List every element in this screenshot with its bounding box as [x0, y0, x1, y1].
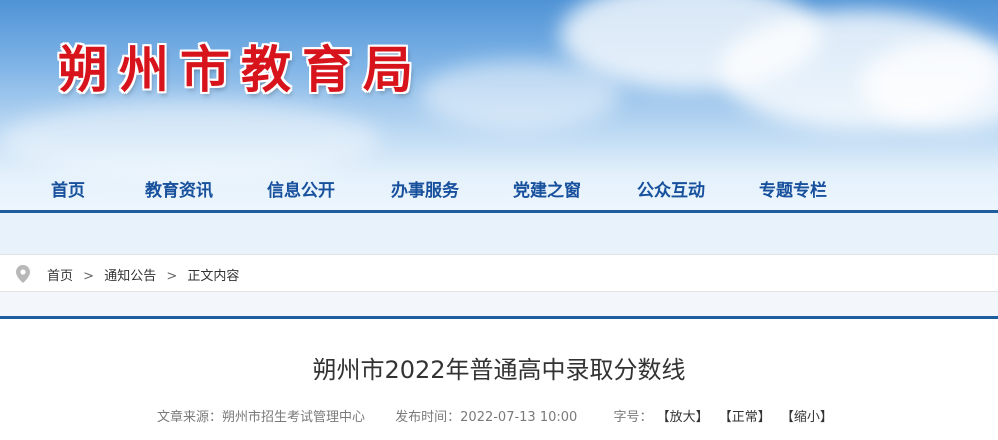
breadcrumb-separator: > — [166, 269, 178, 284]
font-normal-button[interactable]: 【正常】 — [719, 406, 771, 425]
nav-item-info-disclosure[interactable]: 信息公开 — [267, 176, 335, 201]
article-publish-time: 发布时间：2022-07-13 10:00 — [395, 410, 578, 425]
main-nav: 首页 教育资讯 信息公开 办事服务 党建之窗 公众互动 专题专栏 — [0, 168, 998, 208]
breadcrumb: 首页 > 通知公告 > 正文内容 — [0, 254, 998, 292]
breadcrumb-current: 正文内容 — [187, 269, 240, 284]
font-enlarge-button[interactable]: 【放大】 — [657, 406, 709, 425]
nav-item-services[interactable]: 办事服务 — [391, 176, 459, 201]
nav-item-home[interactable]: 首页 — [51, 176, 85, 201]
site-title: 朔州市教育局 — [58, 41, 424, 99]
font-shrink-button[interactable]: 【缩小】 — [781, 406, 833, 425]
nav-item-public-interaction[interactable]: 公众互动 — [637, 176, 705, 201]
font-size-label: 字号： — [613, 410, 653, 425]
article-spacer — [0, 292, 998, 316]
article-source: 文章来源：朔州市招生考试管理中心 — [157, 410, 366, 425]
article-title: 朔州市2022年普通高中录取分数线 — [312, 356, 686, 384]
nav-item-special-topics[interactable]: 专题专栏 — [759, 176, 827, 201]
sky-cloud — [420, 60, 620, 130]
breadcrumb-home-link[interactable]: 首页 — [47, 265, 73, 284]
site-header: 朔州市教育局 首页 教育资讯 信息公开 办事服务 党建之窗 公众互动 专题专栏 — [0, 0, 998, 212]
breadcrumb-notices-link[interactable]: 通知公告 — [104, 265, 156, 284]
breadcrumb-trail: 首页 > 通知公告 > 正文内容 — [47, 265, 239, 284]
location-pin-icon — [16, 265, 30, 283]
breadcrumb-separator: > — [83, 269, 95, 284]
nav-item-education-news[interactable]: 教育资讯 — [145, 176, 213, 201]
article-meta: 文章来源：朔州市招生考试管理中心 发布时间：2022-07-13 10:00 字… — [157, 406, 833, 425]
article-top-rule — [0, 316, 998, 319]
header-band — [0, 213, 998, 254]
nav-item-party-building[interactable]: 党建之窗 — [513, 176, 581, 201]
